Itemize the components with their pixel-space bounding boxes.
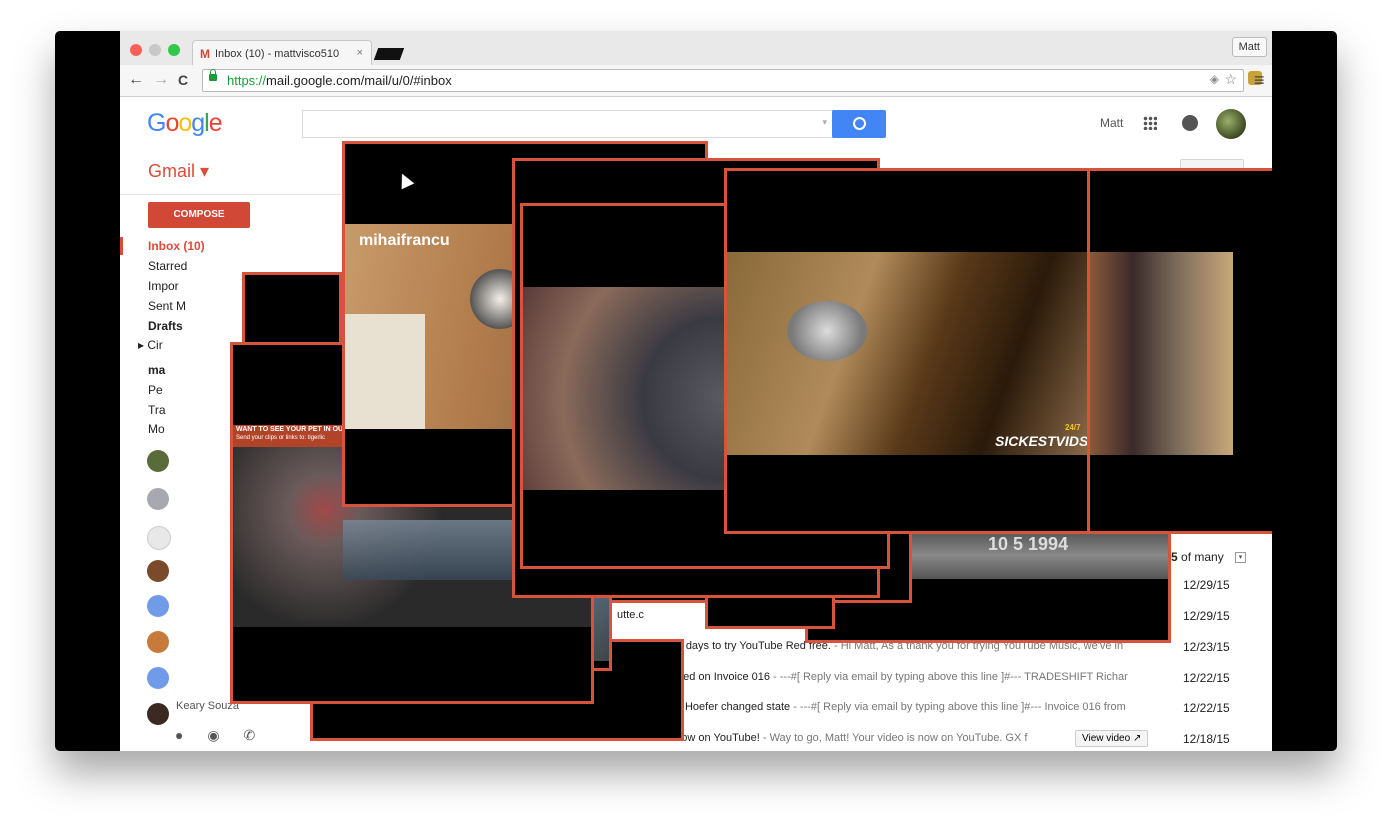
notifications-icon[interactable]	[1182, 115, 1198, 131]
mail-date: 12/18/15	[1183, 732, 1230, 746]
chat-avatar[interactable]	[147, 560, 169, 582]
phone-icon[interactable]: ✆	[243, 727, 255, 743]
video-watermark: mihaifrancu	[359, 232, 450, 249]
address-bar[interactable]: https://mail.google.com/mail/u/0/#inbox …	[202, 69, 1244, 92]
url-path: mail.google.com/mail/u/0/#inbox	[266, 73, 452, 88]
chat-avatar[interactable]	[147, 667, 169, 689]
video-frame	[345, 314, 425, 429]
gmail-menu-label[interactable]: Gmail ▾	[148, 161, 209, 182]
close-window-button[interactable]	[130, 44, 142, 56]
mail-date: 12/22/15	[1183, 701, 1230, 715]
video-frame	[1090, 252, 1233, 455]
video-window[interactable]	[242, 272, 342, 352]
mail-date: 12/29/15	[1183, 578, 1230, 592]
nav-more-1[interactable]: ma	[148, 363, 165, 377]
nav-sent[interactable]: Sent M	[148, 299, 186, 313]
nav-more-3[interactable]: Tra	[148, 403, 166, 417]
chat-avatar[interactable]	[147, 631, 169, 653]
apps-grid-icon[interactable]	[1143, 116, 1157, 130]
profile-button[interactable]: Matt	[1231, 37, 1267, 57]
search-options-icon[interactable]: ▾	[822, 117, 827, 128]
account-name[interactable]: Matt	[1100, 116, 1123, 130]
bookmark-star-icon[interactable]: ☆	[1224, 71, 1237, 88]
video-banner-subcaption: Send your clips or links to: tigerlic	[236, 435, 326, 441]
selected-indicator	[120, 237, 123, 255]
nav-more-2[interactable]: Pe	[148, 383, 163, 397]
video-banner-caption: WANT TO SEE YOUR PET IN OU	[236, 426, 344, 433]
chat-avatar[interactable]	[147, 703, 169, 725]
search-button[interactable]	[832, 110, 886, 138]
chrome-menu-icon[interactable]: ≡	[1254, 70, 1265, 91]
nav-starred[interactable]: Starred	[148, 259, 187, 273]
chat-avatar[interactable]	[147, 488, 169, 510]
search-input[interactable]: ▾	[302, 110, 834, 138]
nav-drafts[interactable]: Drafts	[148, 319, 183, 333]
chat-avatar[interactable]	[147, 595, 169, 617]
minimize-window-button[interactable]	[149, 44, 161, 56]
mail-snippet: - ---#[ Reply via email by typing above …	[790, 701, 1126, 713]
chat-avatar[interactable]	[147, 526, 171, 550]
gmail-favicon-icon: M	[200, 47, 210, 61]
mail-snippet: - ---#[ Reply via email by typing above …	[769, 671, 1128, 683]
mail-subject-text: utte.c	[617, 609, 644, 621]
nav-inbox[interactable]: Inbox (10)	[148, 239, 205, 253]
back-button[interactable]: ←	[128, 71, 144, 89]
tab-title: Inbox (10) - mattvisco510	[215, 48, 340, 60]
zoom-window-button[interactable]	[168, 44, 180, 56]
mac-window: M Inbox (10) - mattvisco510 × Matt ← → C…	[55, 31, 1337, 751]
video-watermark: SICKESTVIDS	[995, 433, 1089, 449]
account-avatar[interactable]	[1216, 109, 1246, 139]
mail-date: 12/22/15	[1183, 671, 1230, 685]
browser-screen: M Inbox (10) - mattvisco510 × Matt ← → C…	[120, 31, 1272, 751]
mail-subject: utte.cLOVE	[617, 609, 1144, 621]
tab-close-icon[interactable]: ×	[357, 47, 363, 59]
video-watermark-tag: 24/7	[1065, 423, 1081, 432]
tab-bar: M Inbox (10) - mattvisco510 × Matt	[120, 31, 1272, 66]
nav-circles[interactable]: ▸ Cir	[138, 338, 163, 352]
pager-dropdown-icon[interactable]: ▾	[1235, 552, 1246, 563]
url-scheme: https://	[227, 73, 267, 88]
video-window[interactable]: SICKESTVIDS 24/7	[724, 168, 1091, 534]
chat-bottom-bar: ● ◉ ✆	[175, 727, 275, 744]
compose-button[interactable]: COMPOSE	[148, 202, 250, 228]
video-frame	[727, 252, 1088, 455]
pager-suffix: of many	[1177, 550, 1224, 564]
extension-eye-icon[interactable]: ◈	[1210, 72, 1219, 86]
mail-subject: rom Richard Hoefer changed state - ---#[…	[622, 701, 1126, 713]
contacts-icon[interactable]: ●	[175, 727, 183, 743]
view-video-button[interactable]: View video ↗	[1075, 730, 1149, 747]
forward-button[interactable]: →	[153, 71, 169, 89]
mail-snippet: - Way to go, Matt! Your video is now on …	[759, 732, 1028, 744]
mail-date: 12/23/15	[1183, 640, 1230, 654]
nav-important[interactable]: Impor	[148, 279, 179, 293]
new-tab-button[interactable]	[373, 48, 405, 60]
lock-icon	[209, 69, 217, 81]
browser-tab-inbox[interactable]: M Inbox (10) - mattvisco510 ×	[192, 40, 372, 66]
hangouts-icon[interactable]: ◉	[207, 727, 219, 743]
nav-more-4[interactable]: Mo	[148, 422, 165, 436]
toolbar: ← → C https://mail.google.com/mail/u/0/#…	[120, 65, 1272, 97]
chat-avatar[interactable]	[147, 450, 169, 472]
video-frame	[787, 301, 867, 361]
mail-subject: fer commented on Invoice 016 - ---#[ Rep…	[622, 671, 1128, 683]
video-window[interactable]	[1087, 168, 1272, 534]
reload-button[interactable]: C	[178, 72, 188, 88]
video-date-caption: 10 5 1994	[988, 534, 1069, 554]
search-icon	[852, 117, 866, 130]
mail-date: 12/29/15	[1183, 609, 1230, 623]
google-logo[interactable]: Google	[147, 109, 223, 138]
